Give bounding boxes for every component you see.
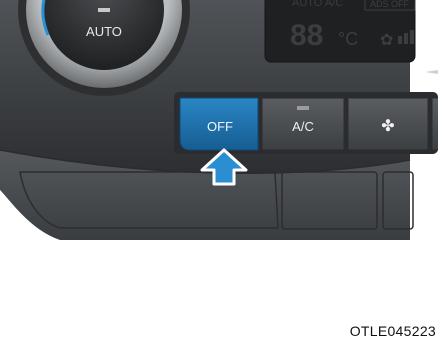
ac-button-label: A/C — [292, 119, 314, 134]
ac-led-icon — [297, 106, 309, 110]
display-fan-icon: ✿ — [380, 32, 393, 49]
display-temperature: 88 — [290, 19, 323, 52]
display-badge: ADS OFF — [370, 0, 410, 9]
figure-code: OTLE045223 — [349, 323, 436, 339]
climate-control-panel: AUTO AUTO A/C ADS OFF 88 °C ✿ OFF A/C ✤ — [0, 0, 438, 240]
knob-led-icon — [98, 8, 110, 12]
knob-label: AUTO — [86, 24, 122, 39]
panel-indicator-icon — [425, 70, 438, 74]
off-button[interactable]: OFF — [179, 97, 259, 151]
ac-button[interactable]: A/C — [261, 97, 345, 151]
fan-icon: ✤ — [381, 118, 394, 135]
display-mode-text: AUTO A/C — [292, 0, 343, 9]
fan-button[interactable]: ✤ — [347, 97, 429, 151]
temperature-display: AUTO A/C ADS OFF 88 °C ✿ — [264, 0, 416, 63]
button-row: OFF A/C ✤ — [174, 92, 438, 154]
display-unit: °C — [338, 29, 358, 49]
off-button-label: OFF — [207, 119, 233, 134]
